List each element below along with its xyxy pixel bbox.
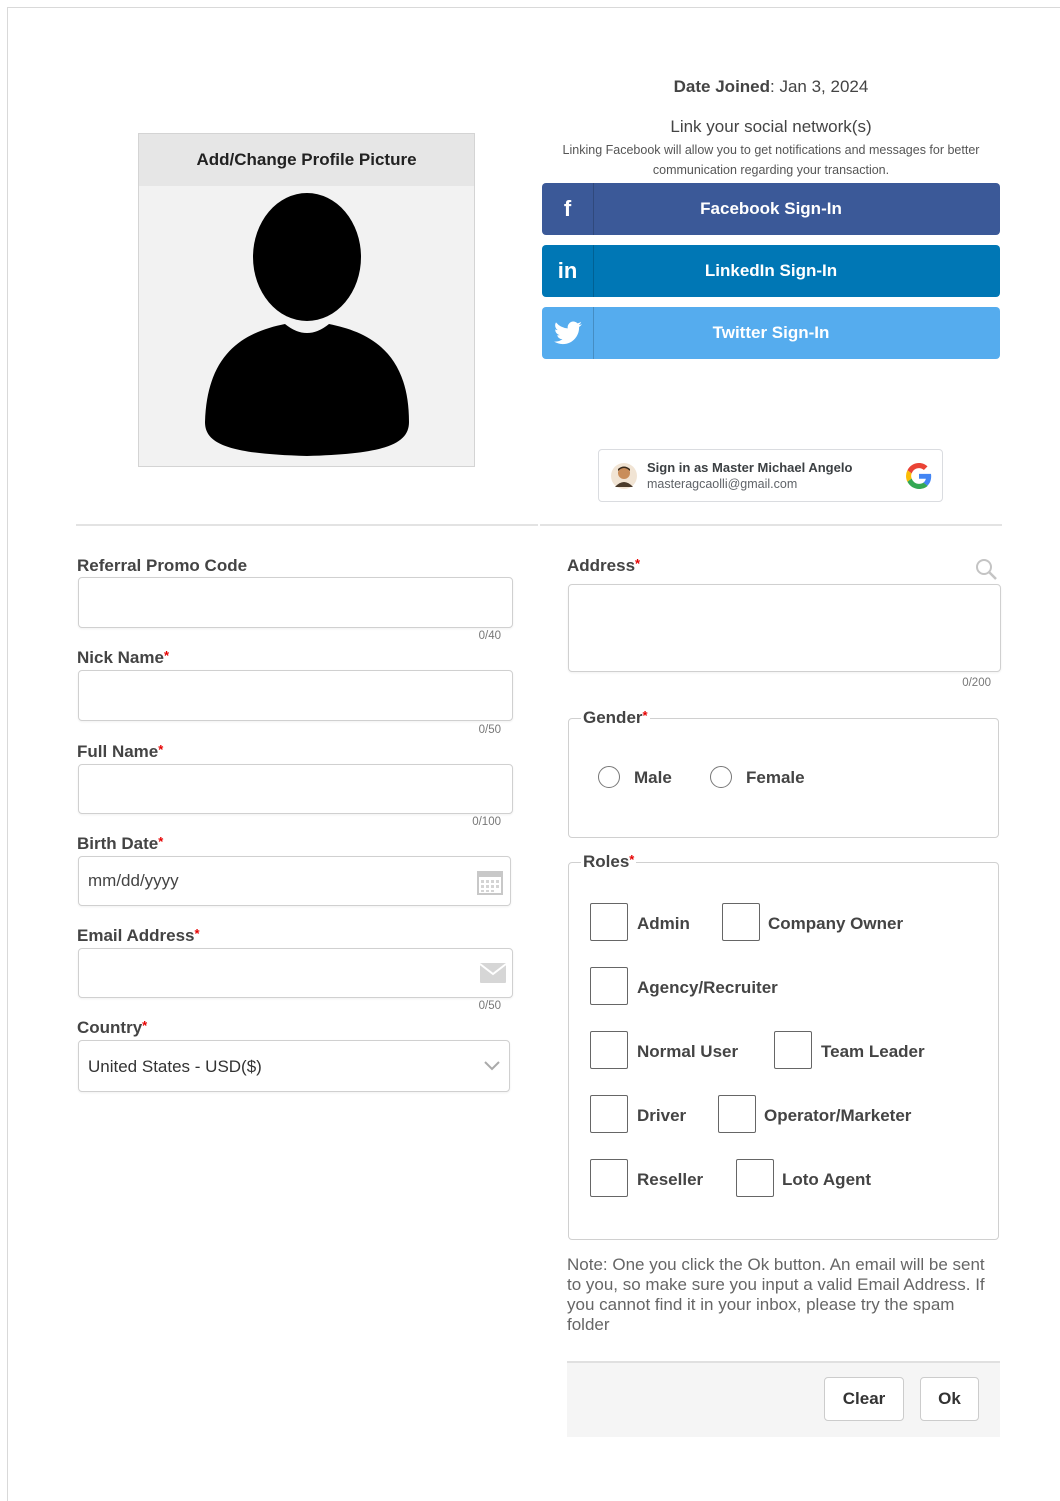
role-reseller-label[interactable]: Reseller	[637, 1170, 703, 1190]
full-name-label: Full Name*	[77, 742, 164, 761]
role-operator-marketer-label[interactable]: Operator/Marketer	[764, 1106, 911, 1126]
email-note: Note: One you click the Ok button. An em…	[567, 1255, 985, 1334]
roles-legend: Roles*	[583, 852, 635, 871]
email-address-input[interactable]	[78, 948, 513, 998]
address-counter: 0/200	[962, 677, 991, 689]
role-loto-agent-checkbox[interactable]	[736, 1159, 774, 1197]
nick-name-input[interactable]	[78, 670, 513, 721]
role-team-leader-label[interactable]: Team Leader	[821, 1042, 925, 1062]
role-normal-user-label[interactable]: Normal User	[637, 1042, 738, 1062]
google-account-email: masteragcaolli@gmail.com	[647, 476, 798, 491]
country-selected-value: United States - USD($)	[88, 1057, 262, 1076]
referral-promo-code-label: Referral Promo Code	[77, 556, 248, 575]
role-reseller-checkbox[interactable]	[590, 1159, 628, 1197]
role-agency-recruiter-label[interactable]: Agency/Recruiter	[637, 978, 778, 998]
role-driver-label[interactable]: Driver	[637, 1106, 686, 1126]
full-name-counter: 0/100	[472, 816, 501, 828]
social-title: Link your social network(s)	[670, 117, 872, 136]
facebook-icon: f	[542, 183, 594, 235]
date-joined-label: Date Joined	[673, 77, 771, 96]
date-joined-value: : Jan 3, 2024	[770, 77, 869, 96]
social-description: Linking Facebook will allow you to get n…	[562, 143, 980, 177]
twitter-signin-label: Twitter Sign-In	[712, 323, 830, 342]
nick-name-label: Nick Name*	[77, 648, 169, 667]
gender-female-label[interactable]: Female	[746, 768, 805, 788]
clear-button[interactable]: Clear	[824, 1377, 904, 1421]
role-company-owner-label[interactable]: Company Owner	[768, 914, 903, 934]
facebook-signin-label: Facebook Sign-In	[700, 199, 842, 218]
email-address-label: Email Address*	[77, 926, 200, 945]
role-normal-user-checkbox[interactable]	[590, 1031, 628, 1069]
role-company-owner-checkbox[interactable]	[722, 903, 760, 941]
date-joined: Date Joined: Jan 3, 2024	[540, 77, 1002, 97]
linkedin-icon: in	[542, 245, 594, 297]
profile-avatar[interactable]	[139, 186, 474, 466]
email-counter: 0/50	[478, 1000, 501, 1012]
nick-name-counter: 0/50	[478, 724, 501, 736]
gender-male-radio[interactable]	[598, 766, 620, 788]
profile-picture-header: Add/Change Profile Picture	[139, 134, 474, 186]
ok-button[interactable]: Ok	[920, 1377, 979, 1421]
google-account-name: Sign in as Master Michael Angelo	[647, 459, 853, 475]
role-agency-recruiter-checkbox[interactable]	[590, 967, 628, 1005]
twitter-signin-button[interactable]: Twitter Sign-In	[542, 307, 1000, 359]
envelope-icon	[480, 963, 506, 983]
role-admin-checkbox[interactable]	[590, 903, 628, 941]
search-icon[interactable]	[974, 557, 998, 581]
form-footer: Clear Ok	[567, 1361, 1000, 1437]
section-divider-right	[540, 524, 1002, 526]
address-textarea[interactable]	[568, 584, 1001, 672]
linkedin-signin-button[interactable]: in LinkedIn Sign-In	[542, 245, 1000, 297]
address-label: Address*	[567, 556, 641, 575]
twitter-icon	[542, 307, 594, 359]
google-icon	[906, 462, 932, 489]
chevron-down-icon	[484, 1061, 500, 1071]
section-divider-left	[76, 524, 538, 526]
profile-picture-box[interactable]: Add/Change Profile Picture	[138, 133, 475, 467]
role-loto-agent-label[interactable]: Loto Agent	[782, 1170, 871, 1190]
gender-female-radio[interactable]	[710, 766, 732, 788]
gender-legend: Gender*	[583, 708, 648, 727]
google-account-avatar	[611, 462, 637, 489]
referral-counter: 0/40	[478, 630, 501, 642]
country-select[interactable]: United States - USD($)	[78, 1040, 510, 1092]
calendar-icon[interactable]	[477, 869, 503, 895]
user-silhouette-icon	[205, 193, 409, 456]
gender-male-label[interactable]: Male	[634, 768, 672, 788]
birth-date-label: Birth Date*	[77, 834, 164, 853]
birth-date-input[interactable]: mm/dd/yyyy	[78, 856, 511, 906]
country-label: Country*	[77, 1018, 148, 1037]
birth-date-placeholder: mm/dd/yyyy	[88, 871, 179, 890]
linkedin-signin-label: LinkedIn Sign-In	[704, 261, 838, 280]
facebook-signin-button[interactable]: f Facebook Sign-In	[542, 183, 1000, 235]
role-driver-checkbox[interactable]	[590, 1095, 628, 1133]
role-operator-marketer-checkbox[interactable]	[718, 1095, 756, 1133]
role-team-leader-checkbox[interactable]	[774, 1031, 812, 1069]
full-name-input[interactable]	[78, 764, 513, 814]
referral-promo-code-input[interactable]	[78, 577, 513, 628]
google-signin-card[interactable]: Sign in as Master Michael Angelo mastera…	[598, 449, 943, 502]
role-admin-label[interactable]: Admin	[637, 914, 690, 934]
